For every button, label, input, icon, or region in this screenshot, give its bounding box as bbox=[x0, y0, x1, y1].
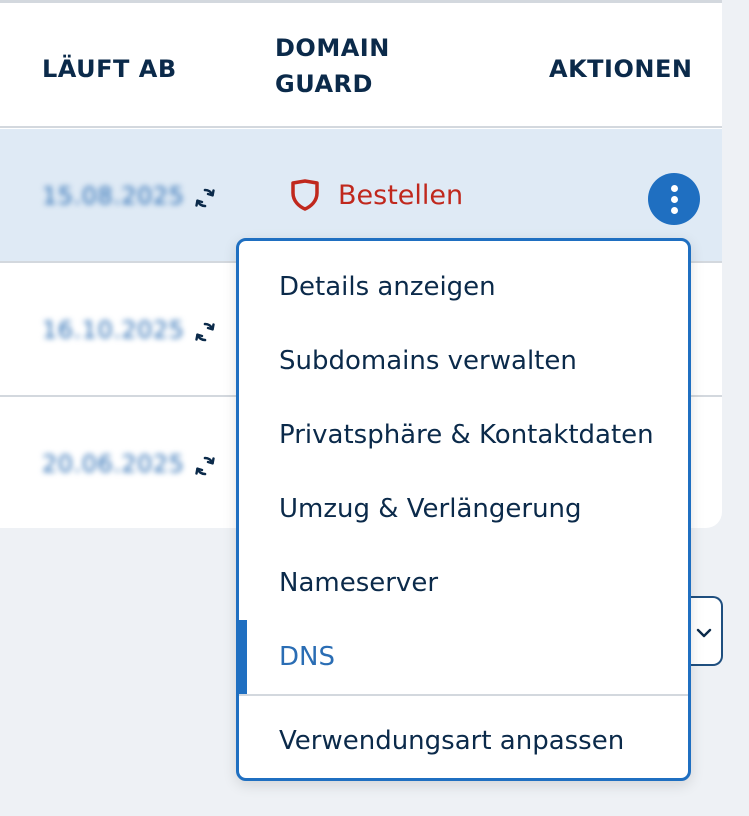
menu-item-nameserver[interactable]: Nameserver bbox=[239, 546, 688, 620]
expiry-date: 16.10.2025 bbox=[42, 316, 185, 344]
column-header-domain-guard-line2: GUARD bbox=[275, 70, 373, 98]
more-vertical-icon bbox=[670, 184, 678, 192]
menu-item-details[interactable]: Details anzeigen bbox=[239, 250, 688, 324]
renew-icon[interactable] bbox=[193, 454, 217, 478]
table-header: LÄUFT AB DOMAIN GUARD AKTIONEN bbox=[0, 3, 722, 128]
chevron-down-icon bbox=[696, 628, 712, 638]
expiry-date: 20.06.2025 bbox=[42, 450, 185, 478]
menu-item-dns[interactable]: DNS bbox=[239, 620, 688, 694]
menu-item-transfer-renewal[interactable]: Umzug & Verlängerung bbox=[239, 472, 688, 546]
menu-item-privacy-contacts[interactable]: Privatsphäre & Kontaktdaten bbox=[239, 398, 688, 472]
menu-item-usage-type[interactable]: Verwendungsart anpassen bbox=[239, 704, 688, 778]
actions-dropdown-menu: Details anzeigen Subdomains verwalten Pr… bbox=[236, 238, 691, 781]
menu-divider bbox=[239, 694, 688, 696]
menu-item-subdomains[interactable]: Subdomains verwalten bbox=[239, 324, 688, 398]
column-header-domain-guard-line1: DOMAIN bbox=[275, 34, 390, 62]
column-header-domain-guard[interactable]: DOMAIN GUARD bbox=[275, 30, 475, 102]
shield-icon bbox=[291, 179, 319, 211]
domain-guard-order-label: Bestellen bbox=[338, 179, 464, 211]
renew-icon[interactable] bbox=[193, 186, 217, 210]
more-actions-button[interactable] bbox=[648, 173, 700, 225]
expiry-date: 15.08.2025 bbox=[42, 182, 185, 210]
page-size-select[interactable] bbox=[690, 596, 723, 666]
renew-icon[interactable] bbox=[193, 320, 217, 344]
column-header-actions: AKTIONEN bbox=[549, 55, 693, 83]
domain-guard-order-link[interactable]: Bestellen bbox=[290, 179, 463, 211]
column-header-expires[interactable]: LÄUFT AB bbox=[42, 51, 177, 87]
